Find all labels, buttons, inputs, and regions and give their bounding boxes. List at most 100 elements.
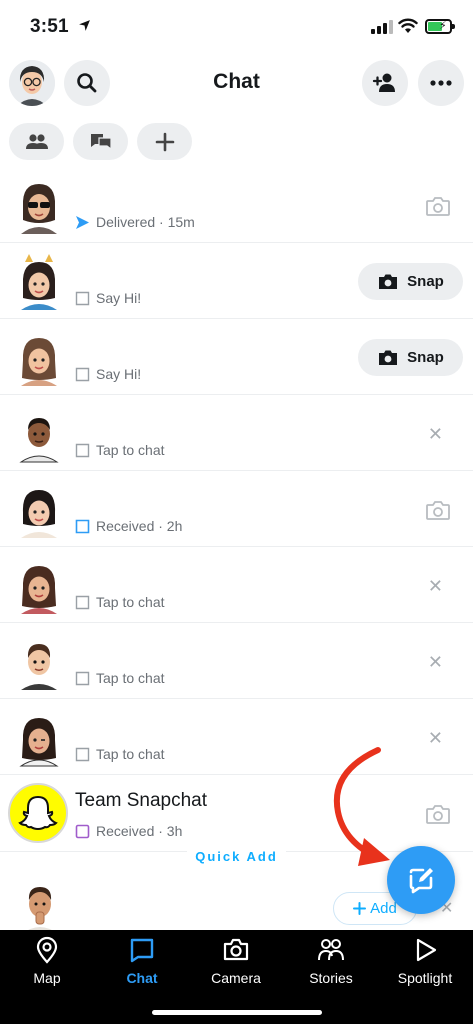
snap-button-label: Snap [407,273,444,290]
clock-text: 3:51 [30,16,69,37]
tab-label: Spotlight [397,970,453,986]
chat-status-text: Received · 2h [96,518,183,534]
tab-stories[interactable]: Stories [286,936,376,996]
tab-label: Stories [309,970,353,986]
chat-row[interactable]: Say Hi! Snap [0,320,473,395]
tab-label: Chat [126,970,158,986]
camera-outline-icon[interactable] [425,195,451,217]
dismiss-icon[interactable]: ✕ [428,728,443,749]
tab-spotlight[interactable]: Spotlight [380,936,470,996]
sent-arrow-icon [76,215,89,229]
tab-chat[interactable]: Chat [97,936,187,996]
more-options-button[interactable] [418,60,464,106]
chat-status-text: Tap to chat [96,442,165,458]
tab-label: Map [33,970,61,986]
chat-status: Received · 3h [75,823,182,839]
chat-outline-icon [75,747,90,761]
add-friend-icon [372,73,395,92]
chat-outline-icon [75,595,90,609]
dismiss-icon[interactable]: ✕ [428,424,443,445]
new-chat-button[interactable] [387,846,455,914]
chat-status: Delivered · 15m [75,214,195,230]
dismiss-icon[interactable]: ✕ [428,652,443,673]
chat-row[interactable]: Tap to chat ✕ [0,700,473,775]
chat-status-text: Say Hi! [96,290,142,306]
chat-status-text: Tap to chat [96,746,165,762]
chat-status: Tap to chat [75,670,165,686]
chat-outline-icon [75,671,90,685]
play-icon [416,938,437,962]
chat-row[interactable]: Say Hi! Snap [0,244,473,319]
chat-bubbles-icon [90,133,112,150]
friends-icon [318,939,344,961]
home-indicator [152,1010,322,1015]
bitmoji-avatar-icon [19,418,59,463]
chat-status-text: Received · 3h [96,823,183,839]
chat-outline-icon [75,367,90,381]
bitmoji-avatar-icon [21,254,57,310]
bitmoji-avatar-icon [21,490,57,538]
map-pin-icon [36,936,58,964]
bitmoji-avatar-icon [21,566,57,614]
chat-status-text: Delivered · 15m [96,214,195,230]
status-bar: 3:51 ⚡ [0,0,473,52]
snap-button[interactable]: Snap [358,339,463,376]
chat-outline-icon [75,291,90,305]
more-dots-icon [430,80,452,86]
header: Chat [0,56,473,112]
chat-received-icon [75,519,90,533]
chat-status-text: Say Hi! [96,366,142,382]
bitmoji-avatar-icon [21,184,57,234]
annotation-arrow-icon [333,747,390,866]
chat-status: Say Hi! [75,366,141,382]
camera-icon [223,938,249,961]
tab-map[interactable]: Map [2,936,92,996]
tab-bar: Map Chat Camera Stories Spotlight [0,930,473,1024]
chat-status-text: Tap to chat [96,670,165,686]
battery-icon: ⚡ [425,19,455,34]
chat-status-text: Tap to chat [96,594,165,610]
chat-row[interactable]: Received · 2h [0,472,473,547]
chat-row[interactable]: Tap to chat ✕ [0,396,473,471]
plus-icon [353,902,367,915]
cellular-signal-icon [371,20,393,34]
camera-icon [379,274,398,289]
chat-outline-icon [75,443,90,457]
location-arrow-icon [79,20,91,31]
camera-icon [379,350,398,365]
chat-row[interactable]: Tap to chat ✕ [0,548,473,623]
chat-status: Say Hi! [75,290,141,306]
compose-icon [409,868,433,894]
snapchat-ghost-icon [8,783,68,843]
snap-received-icon [75,824,90,838]
chat-row[interactable]: Tap to chat ✕ [0,624,473,699]
status-time: 3:51 [30,16,91,38]
groups-filter-button[interactable] [9,123,64,160]
unread-filter-button[interactable] [73,123,128,160]
chat-status: Received · 2h [75,518,182,534]
friends-group-icon [25,133,48,149]
bitmoji-avatar-icon [21,644,57,690]
bitmoji-avatar-icon [22,887,58,934]
dismiss-icon[interactable]: ✕ [428,576,443,597]
chat-row[interactable]: Delivered · 15m [0,168,473,243]
quick-add-label: Quick Add [187,849,286,864]
new-filter-button[interactable] [137,123,192,160]
chat-row-team-snapchat[interactable]: Team Snapchat Received · 3h [0,776,473,852]
camera-outline-icon[interactable] [425,803,451,825]
chat-name: Team Snapchat [75,790,208,811]
chat-status: Tap to chat [75,746,165,762]
bitmoji-avatar-icon [19,718,59,767]
snap-button[interactable]: Snap [358,263,463,300]
chat-bubble-icon [130,938,154,963]
add-friend-button[interactable] [362,60,408,106]
snap-button-label: Snap [407,349,444,366]
tab-label: Camera [211,970,261,986]
tab-camera[interactable]: Camera [191,936,281,996]
wifi-icon [398,18,418,33]
chat-status: Tap to chat [75,442,165,458]
add-button-label: Add [370,900,397,917]
bitmoji-avatar-icon [21,338,57,386]
camera-outline-icon[interactable] [425,499,451,521]
chat-status: Tap to chat [75,594,165,610]
